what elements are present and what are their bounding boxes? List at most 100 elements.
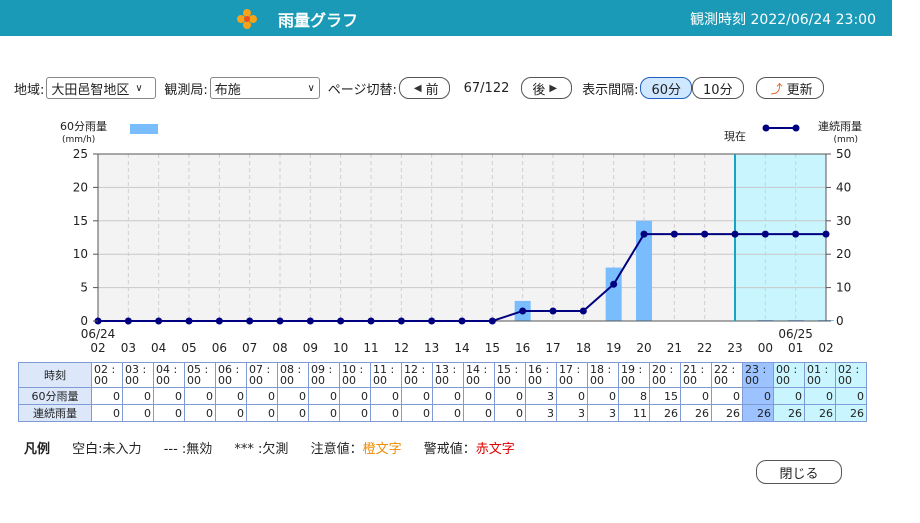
cumulative-cell: 0 xyxy=(432,404,464,422)
right-tick-label: 10 xyxy=(836,281,851,295)
left-tick-label: 0 xyxy=(80,314,88,328)
right-tick-label: 30 xyxy=(836,214,851,228)
cumulative-point xyxy=(246,317,254,325)
time-cell: 10 :00 xyxy=(339,362,371,388)
date-label: 06/24 xyxy=(81,327,116,341)
legend-invalid: --- :無効 xyxy=(163,442,213,457)
time-cell: 08 :00 xyxy=(277,362,309,388)
x-tick-label: 01 xyxy=(788,341,803,355)
cumulative-cell: 26 xyxy=(835,404,867,422)
x-tick-label: 05 xyxy=(181,341,196,355)
rain-cell: 0 xyxy=(773,387,805,405)
time-cell: 13 :00 xyxy=(432,362,464,388)
row-header-cumulative: 連続雨量 xyxy=(18,404,92,422)
time-cell: 01 :00 xyxy=(804,362,836,388)
close-button-label: 閉じる xyxy=(779,466,819,482)
x-tick-label: 23 xyxy=(727,341,742,355)
x-tick-label: 08 xyxy=(272,341,287,355)
time-cell: 12 :00 xyxy=(401,362,433,388)
cumulative-cell: 26 xyxy=(711,404,743,422)
cumulative-point xyxy=(761,230,769,238)
time-cell: 02 :00 xyxy=(835,362,867,388)
row-header-time: 時刻 xyxy=(18,362,92,388)
table-row-rain: 60分雨量 0 0 0 0 0 0 0 0 0 0 0 0 0 0 3 0 0 8 15 0 0 0 0 0 0 xyxy=(18,387,867,405)
cumulative-point xyxy=(306,317,314,325)
cumulative-point xyxy=(549,307,557,315)
cumulative-cell: 0 xyxy=(370,404,402,422)
cumulative-point xyxy=(458,317,466,325)
x-tick-label: 15 xyxy=(485,341,500,355)
right-tick-label: 20 xyxy=(836,247,851,261)
time-cell: 06 :00 xyxy=(215,362,247,388)
table-row-cumulative: 連続雨量 0 0 0 0 0 0 0 0 0 0 0 0 0 0 3 3 3 11 26 26 26 26 26 26 26 xyxy=(18,404,867,422)
rain-cell: 0 xyxy=(370,387,402,405)
time-cell: 22 :00 xyxy=(711,362,743,388)
cumulative-point xyxy=(124,317,132,325)
rain-cell: 0 xyxy=(742,387,774,405)
cumulative-point xyxy=(701,230,709,238)
cumulative-point xyxy=(731,230,739,238)
left-axis-title: 60分雨量 xyxy=(60,120,107,133)
rain-cell: 8 xyxy=(618,387,650,405)
rain-cell: 0 xyxy=(804,387,836,405)
cumulative-cell: 0 xyxy=(184,404,216,422)
legend-blank: 空白:未入力 xyxy=(72,442,142,457)
x-tick-label: 17 xyxy=(545,341,560,355)
left-tick-label: 5 xyxy=(80,281,88,295)
right-tick-label: 0 xyxy=(836,314,844,328)
left-tick-label: 20 xyxy=(73,180,88,194)
x-tick-label: 22 xyxy=(697,341,712,355)
right-tick-label: 40 xyxy=(836,180,851,194)
row-header-rain: 60分雨量 xyxy=(18,387,92,405)
time-cell: 16 :00 xyxy=(525,362,557,388)
cumulative-cell: 26 xyxy=(680,404,712,422)
time-cell: 03 :00 xyxy=(122,362,154,388)
rain-cell: 0 xyxy=(494,387,526,405)
x-tick-label: 06 xyxy=(212,341,227,355)
cumulative-cell: 26 xyxy=(773,404,805,422)
rain-cell: 3 xyxy=(525,387,557,405)
cumulative-point xyxy=(367,317,375,325)
x-tick-label: 21 xyxy=(667,341,682,355)
legend-caution-prefix: 注意値： xyxy=(310,442,363,457)
x-tick-label: 12 xyxy=(394,341,409,355)
close-button[interactable]: 閉じる xyxy=(756,460,842,484)
cumulative-cell: 11 xyxy=(618,404,650,422)
cumulative-cell: 0 xyxy=(153,404,185,422)
time-cell: 19 :00 xyxy=(618,362,650,388)
cumulative-point xyxy=(519,307,527,315)
cumulative-point xyxy=(428,317,436,325)
legend-missing: *** :欠測 xyxy=(234,442,289,457)
bar-legend-swatch xyxy=(130,124,158,134)
cumulative-cell: 26 xyxy=(742,404,774,422)
x-tick-label: 13 xyxy=(424,341,439,355)
cumulative-point xyxy=(579,307,587,315)
cumulative-cell: 0 xyxy=(494,404,526,422)
rain-cell: 0 xyxy=(246,387,278,405)
rain-cell: 0 xyxy=(339,387,371,405)
time-cell: 02 :00 xyxy=(91,362,123,388)
x-tick-label: 04 xyxy=(151,341,166,355)
rain-cell: 0 xyxy=(556,387,588,405)
x-tick-label: 09 xyxy=(303,341,318,355)
line-legend-point xyxy=(762,124,770,132)
rain-cell: 0 xyxy=(835,387,867,405)
left-tick-label: 15 xyxy=(73,214,88,228)
cumulative-point xyxy=(610,280,618,288)
legend-caution-text: 橙文字 xyxy=(362,442,402,457)
x-tick-label: 02 xyxy=(90,341,105,355)
rain-cell: 0 xyxy=(308,387,340,405)
left-tick-label: 25 xyxy=(73,147,88,161)
cumulative-point xyxy=(155,317,163,325)
rain-cell: 0 xyxy=(122,387,154,405)
rain-cell: 0 xyxy=(463,387,495,405)
left-axis-unit: (mm/h) xyxy=(62,135,95,145)
cumulative-cell: 0 xyxy=(463,404,495,422)
x-tick-label: 18 xyxy=(576,341,591,355)
rain-cell: 0 xyxy=(587,387,619,405)
legend-heading: 凡例 xyxy=(24,442,51,457)
time-cell: 20 :00 xyxy=(649,362,681,388)
x-tick-label: 20 xyxy=(636,341,651,355)
cumulative-point xyxy=(215,317,223,325)
time-cell: 21 :00 xyxy=(680,362,712,388)
